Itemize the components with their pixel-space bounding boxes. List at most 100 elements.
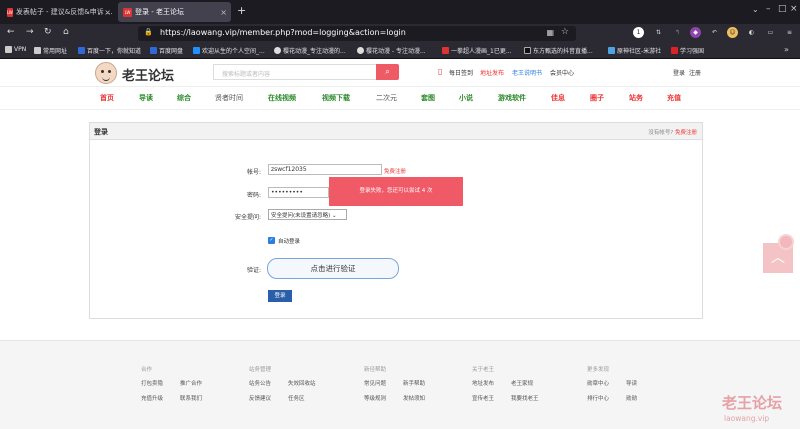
app-link[interactable]: 老王说明书 [512, 68, 542, 77]
footer-link[interactable]: 失效回收站 [288, 379, 316, 387]
qr-code-icon[interactable]: ▦ [546, 28, 554, 37]
extension-icon[interactable]: ◆ [690, 27, 701, 38]
bookmark-item[interactable]: 樱花动漫 - 专注动漫... [357, 46, 426, 55]
extension-icon[interactable]: ↰ [672, 27, 683, 38]
free-register-link[interactable]: 免费注册 [675, 130, 697, 136]
bookmark-item[interactable]: 原神社区-米游社 [608, 46, 661, 55]
lock-icon[interactable]: 🔒 [144, 28, 153, 36]
footer-link[interactable]: 新手帮助 [403, 379, 425, 387]
register-link[interactable]: 注册 [689, 68, 701, 77]
login-submit-button[interactable]: 登录 [268, 290, 292, 302]
nav-item[interactable]: 在线视频 [268, 93, 296, 103]
url-text[interactable]: https://laowang.vip/member.php?mod=loggi… [160, 28, 406, 37]
search-input[interactable]: 搜索标题或者内容 [213, 64, 376, 80]
bookmark-item[interactable]: 百度网盘 [150, 46, 183, 55]
browser-tab-post[interactable]: LW 发表帖子 - 建议&反馈&申诉 ... × [2, 2, 115, 22]
bookmark-item[interactable]: 常用网址 [34, 46, 67, 55]
footer-link[interactable]: 常见问题 [364, 379, 386, 387]
nav-item[interactable]: 小说 [459, 93, 473, 103]
bookmark-item[interactable]: 一拳超人漫画_1已更... [442, 46, 512, 55]
reload-icon[interactable]: ↻ [44, 27, 52, 37]
bookmark-item[interactable]: 樱花动漫_专注动漫的... [274, 46, 346, 55]
footer-link[interactable]: 勋章中心 [587, 379, 609, 387]
username-field[interactable] [268, 164, 382, 175]
nav-item[interactable]: 套图 [421, 93, 435, 103]
back-icon[interactable]: ← [7, 27, 15, 37]
auto-login-label[interactable]: 自动登录 [278, 237, 300, 245]
browser-tab-login[interactable]: LW 登录 - 老王论坛 × [118, 2, 231, 22]
footer-link[interactable]: 老王家规 [511, 379, 533, 387]
tab-title: 发表帖子 - 建议&反馈&申诉 ... [15, 8, 113, 16]
nav-item[interactable]: 圈子 [590, 93, 604, 103]
nav-item[interactable]: 视频下载 [322, 93, 350, 103]
footer-link[interactable]: 排行中心 [587, 394, 609, 402]
new-tab-button[interactable]: + [237, 4, 246, 17]
footer-link[interactable]: 反馈建议 [249, 394, 271, 402]
login-panel: 登录 没有帐号? 免费注册 [89, 122, 703, 319]
footer-link[interactable]: 导读 [626, 379, 637, 387]
close-tab-icon[interactable]: × [104, 8, 111, 17]
nav-item[interactable]: 二次元 [376, 93, 397, 103]
search-button[interactable]: ⌕ [376, 64, 399, 80]
extension-icon[interactable]: ◐ [746, 27, 757, 38]
bookmark-item[interactable]: 学习强国 [671, 46, 704, 55]
close-tab-icon[interactable]: × [220, 8, 227, 17]
extension-icon[interactable]: ☺ [727, 27, 738, 38]
minimize-icon[interactable]: – [766, 4, 771, 14]
auto-login-checkbox[interactable]: ✓ [268, 237, 275, 244]
site-logo-text[interactable]: 老王论坛 [122, 65, 174, 84]
nav-item[interactable]: 站务 [629, 93, 643, 103]
list-tabs-icon[interactable]: ⌄ [752, 5, 759, 14]
captcha-verify-button[interactable]: 点击进行验证 [267, 258, 399, 279]
publish-link[interactable]: 地址发布 [480, 68, 504, 77]
arrow-up-icon: ︿ [771, 250, 785, 266]
register-hint-link[interactable]: 免费注册 [384, 167, 406, 175]
footer-link[interactable]: 宣传老王 [472, 394, 494, 402]
bookmark-item[interactable]: 东方甄选的抖音直播... [524, 46, 593, 55]
extension-icon[interactable]: ▭ [765, 27, 776, 38]
more-bookmarks-icon[interactable]: » [784, 45, 789, 54]
floating-ball-icon[interactable] [778, 234, 794, 250]
nav-item[interactable]: 充值 [667, 93, 681, 103]
nav-item[interactable]: 游戏软件 [498, 93, 526, 103]
url-bar[interactable]: 🔒 https://laowang.vip/member.php?mod=log… [138, 26, 576, 41]
footer-column-title: 站务管理 [249, 367, 272, 373]
footer-link[interactable]: 发帖须知 [403, 394, 425, 402]
close-window-icon[interactable]: × [790, 4, 798, 14]
nav-item[interactable]: 贤者时间 [215, 93, 243, 103]
footer-link[interactable]: 地址发布 [472, 379, 494, 387]
bookmark-item[interactable]: 欢迎从生的个人空间_... [193, 46, 265, 55]
login-link[interactable]: 登录 [673, 68, 685, 77]
footer-link[interactable]: 联系我们 [180, 394, 202, 402]
footer-link[interactable]: 推广合作 [180, 379, 202, 387]
footer-link[interactable]: 我要找老王 [511, 394, 539, 402]
footer-link[interactable]: 等级规则 [364, 394, 386, 402]
password-field[interactable] [268, 187, 329, 198]
footer-link[interactable]: 任务区 [288, 394, 305, 402]
extension-icon[interactable]: ⇅ [653, 27, 664, 38]
nav-item[interactable]: 综合 [177, 93, 191, 103]
footer-link[interactable]: 勋勋 [626, 394, 637, 402]
bookmark-item[interactable]: VPN [5, 46, 26, 53]
nav-item[interactable]: 导读 [139, 93, 153, 103]
footer-link[interactable]: 站务公告 [249, 379, 271, 387]
nav-item[interactable]: 首页 [100, 93, 114, 103]
globe-icon [274, 47, 281, 54]
verify-label: 验证: [246, 267, 261, 274]
home-icon[interactable]: ⌂ [63, 27, 69, 37]
logo-face-icon[interactable] [95, 62, 117, 84]
bookmark-star-icon[interactable]: ☆ [561, 27, 569, 37]
footer-link[interactable]: 充值升级 [141, 394, 163, 402]
footer-link[interactable]: 打包卖隐 [141, 379, 163, 387]
globe-icon [357, 47, 364, 54]
extension-icon[interactable]: ↶ [709, 27, 720, 38]
user-center-link[interactable]: 会员中心 [550, 68, 574, 77]
security-question-select[interactable]: 安全提问(未设置请忽略) ⌄ [268, 209, 347, 220]
signin-link[interactable]: 每日签到 [449, 68, 473, 77]
forward-icon[interactable]: → [26, 27, 34, 37]
extension-icon[interactable]: 1 [633, 27, 644, 38]
menu-icon[interactable]: ≡ [784, 27, 795, 38]
maximize-icon[interactable]: □ [778, 4, 787, 14]
bookmark-item[interactable]: 百度一下，你就知道 [78, 46, 141, 55]
nav-item[interactable]: 佳息 [551, 93, 565, 103]
